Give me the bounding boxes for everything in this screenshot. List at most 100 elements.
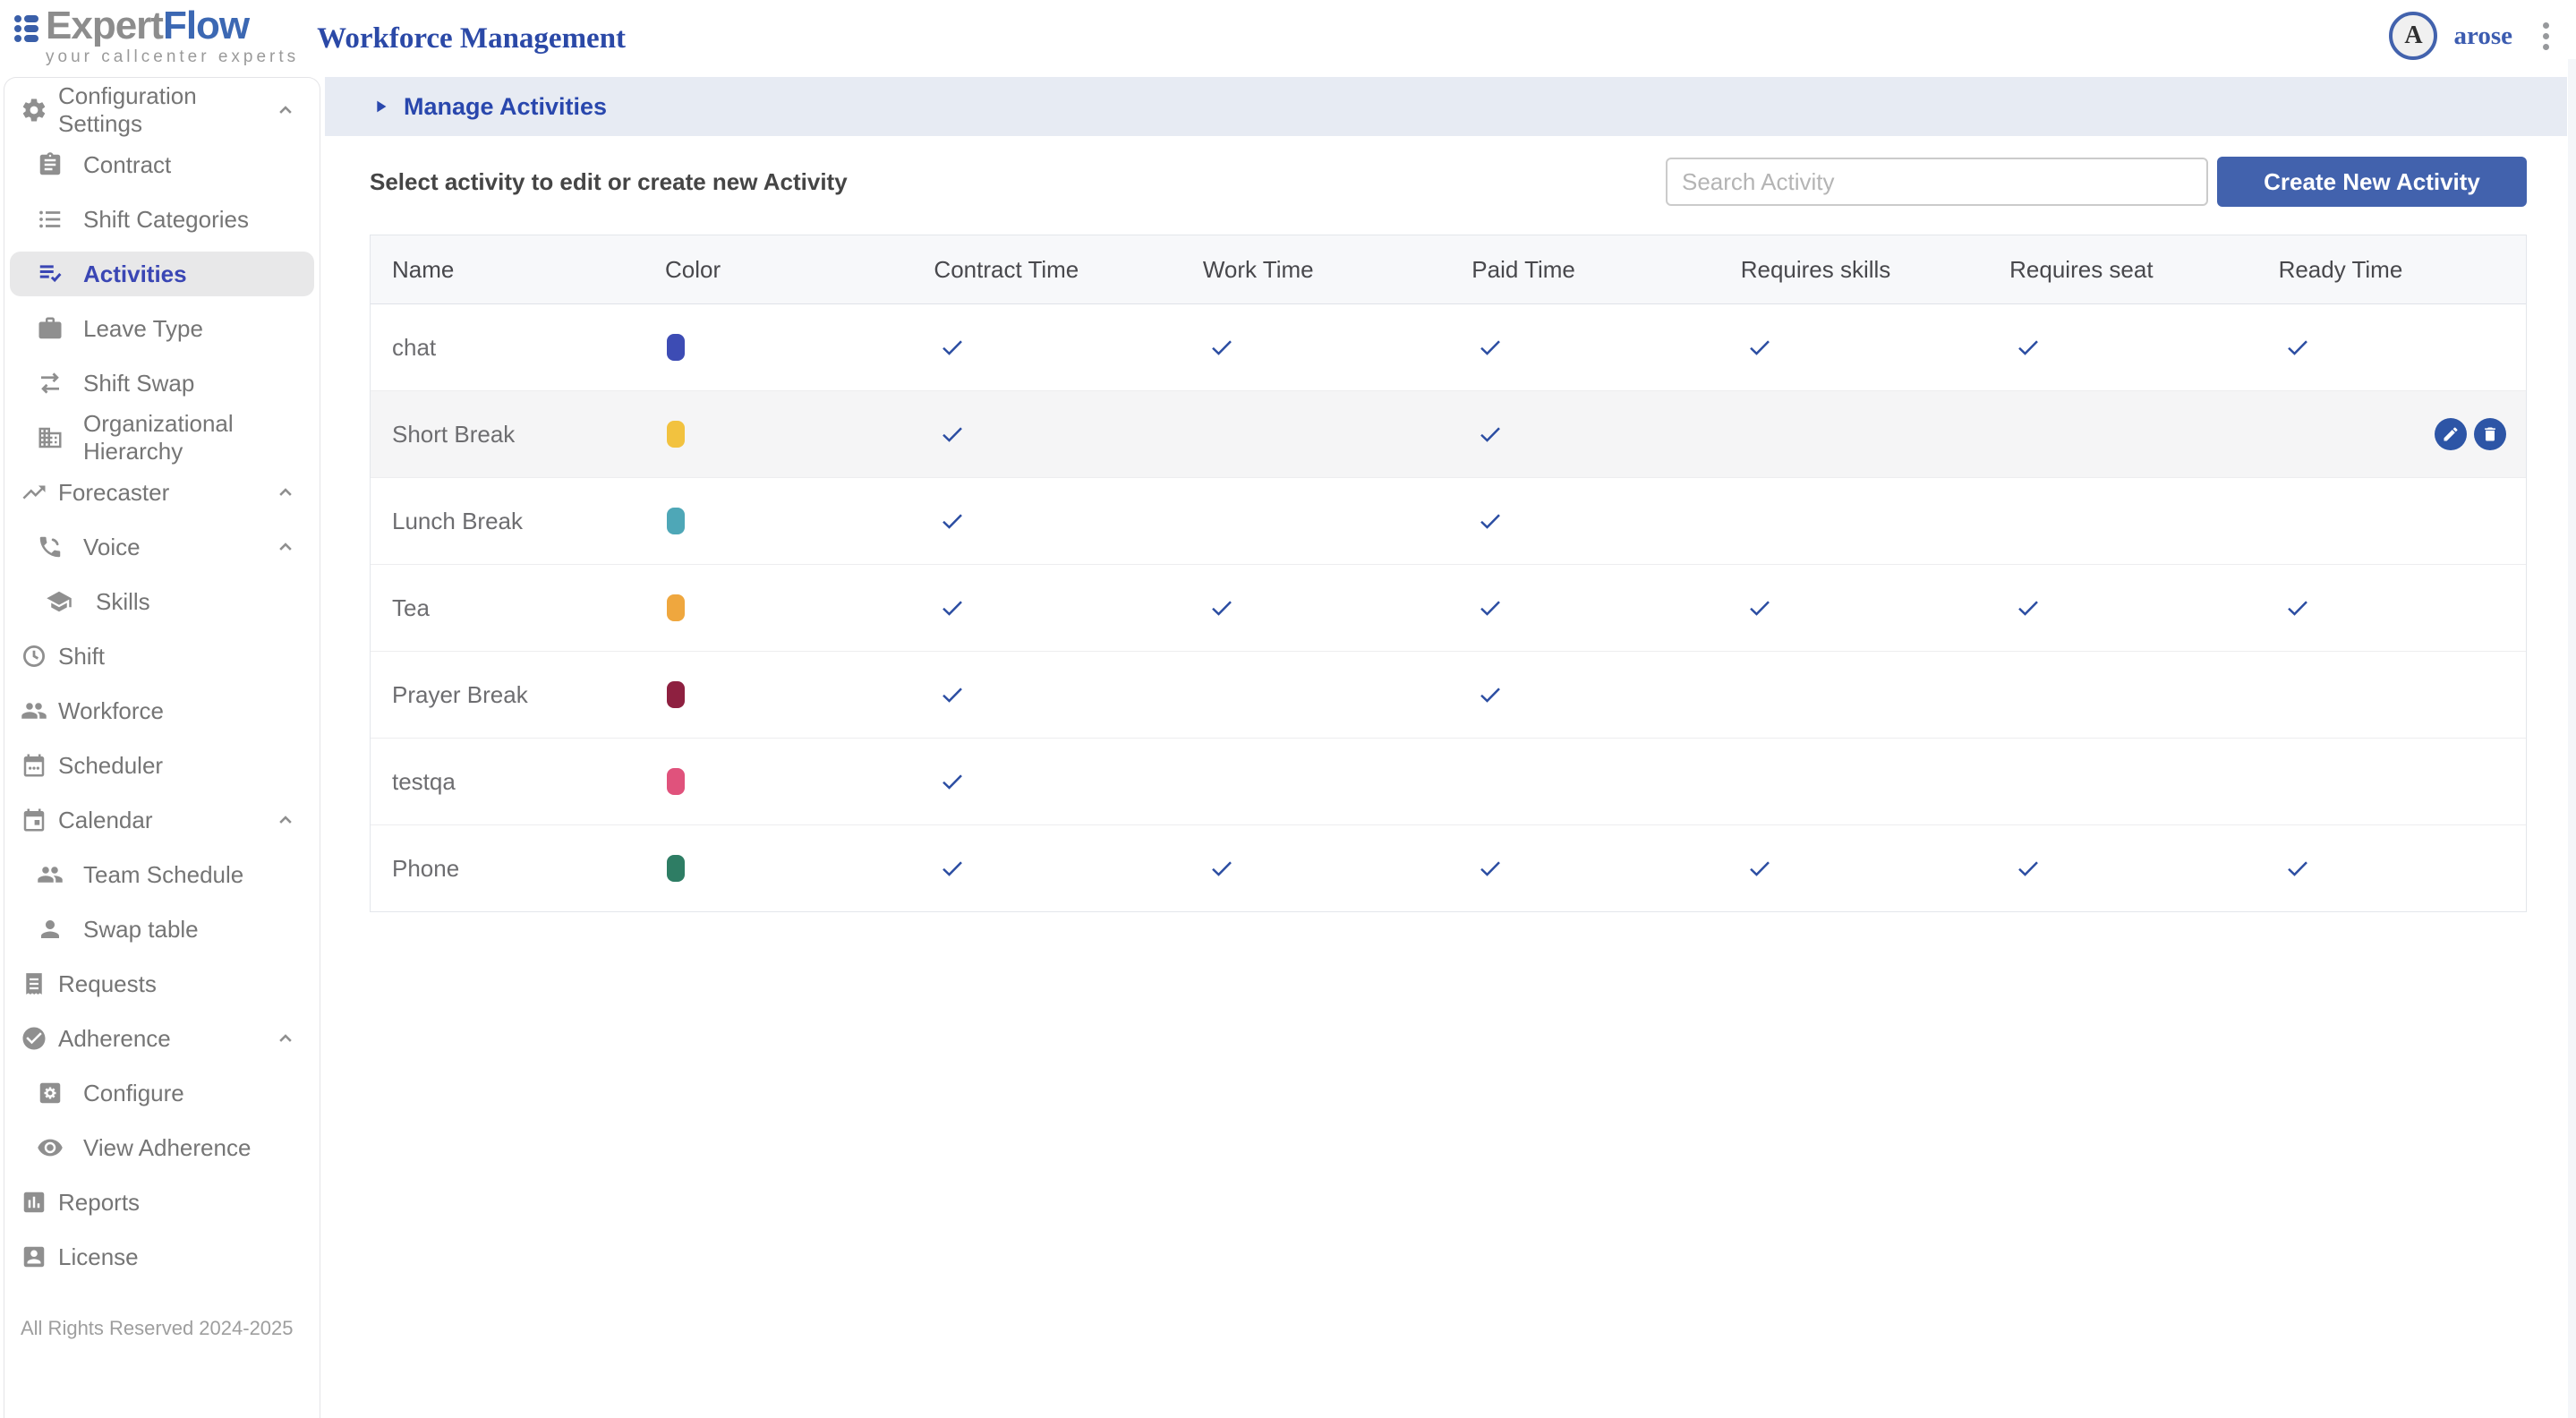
check-icon <box>2015 855 2042 882</box>
chevron-up-icon[interactable] <box>273 98 298 123</box>
check-cell <box>1719 681 1988 708</box>
sidebar-item-scheduler[interactable]: Scheduler <box>10 743 314 788</box>
check-cell <box>1719 508 1988 534</box>
badge-icon <box>21 1243 47 1270</box>
sidebar-item-configuration-settings[interactable]: Configuration Settings <box>10 88 314 132</box>
check-cell <box>1988 508 2256 534</box>
chevron-up-icon[interactable] <box>273 480 298 505</box>
check-icon <box>1477 855 1504 882</box>
edit-button[interactable] <box>2435 418 2467 450</box>
sidebar-item-license[interactable]: License <box>10 1234 314 1279</box>
table-row[interactable]: Prayer Break <box>371 652 2526 739</box>
bar-chart-icon <box>21 1189 47 1216</box>
sidebar-item-label: Team Schedule <box>83 861 243 889</box>
search-input[interactable] <box>1666 158 2208 206</box>
sidebar-item-activities[interactable]: Activities <box>10 252 314 296</box>
sidebar-item-label: Configuration Settings <box>58 82 273 138</box>
sidebar-item-label: Forecaster <box>58 479 169 507</box>
table-row[interactable]: testqa <box>371 739 2526 825</box>
sidebar-item-configure[interactable]: Configure <box>10 1071 314 1115</box>
check-cell <box>2257 855 2526 882</box>
column-header: Contract Time <box>912 256 1181 284</box>
column-header: Ready Time <box>2257 256 2526 284</box>
sidebar-item-organizational-hierarchy[interactable]: Organizational Hierarchy <box>10 415 314 460</box>
check-cell <box>1450 768 1719 795</box>
check-icon <box>939 768 966 795</box>
check-icon <box>939 855 966 882</box>
sidebar-item-label: Leave Type <box>83 315 203 343</box>
sidebar-item-skills[interactable]: Skills <box>10 579 314 624</box>
sidebar-item-leave-type[interactable]: Leave Type <box>10 306 314 351</box>
check-cell <box>912 508 1181 534</box>
delete-button[interactable] <box>2474 418 2506 450</box>
create-new-activity-button[interactable]: Create New Activity <box>2217 157 2527 207</box>
sidebar-item-view-adherence[interactable]: View Adherence <box>10 1125 314 1170</box>
check-cell <box>1181 855 1450 882</box>
column-header: Color <box>644 256 912 284</box>
sidebar-item-voice[interactable]: Voice <box>10 525 314 569</box>
check-cell <box>1450 508 1719 534</box>
panel-title: Manage Activities <box>404 93 607 121</box>
avatar[interactable]: A <box>2389 12 2437 60</box>
check-icon <box>1208 334 1235 361</box>
sidebar-item-label: Contract <box>83 151 171 179</box>
activity-name: Phone <box>371 855 644 883</box>
manage-activities-panel-header[interactable]: Manage Activities <box>325 77 2567 136</box>
sidebar: Configuration Settings Contract Shift Ca… <box>4 77 320 1418</box>
chevron-up-icon[interactable] <box>273 534 298 560</box>
row-actions <box>2435 418 2506 450</box>
sidebar-item-forecaster[interactable]: Forecaster <box>10 470 314 515</box>
chevron-up-icon[interactable] <box>273 1026 298 1051</box>
table-row[interactable]: Phone <box>371 825 2526 911</box>
table-row[interactable]: Lunch Break <box>371 478 2526 565</box>
scrollbar-track[interactable] <box>2568 59 2576 1418</box>
sidebar-item-label: License <box>58 1243 139 1271</box>
check-cell <box>1181 681 1450 708</box>
sidebar-item-shift-categories[interactable]: Shift Categories <box>10 197 314 242</box>
check-cell <box>912 681 1181 708</box>
sidebar-item-shift[interactable]: Shift <box>10 634 314 679</box>
check-icon <box>1746 594 1773 621</box>
app-header: ExpertFlow your callcenter experts Workf… <box>0 0 2576 72</box>
chevron-up-icon[interactable] <box>273 807 298 833</box>
sidebar-item-requests[interactable]: Requests <box>10 961 314 1006</box>
check-cell <box>1450 681 1719 708</box>
username: arose <box>2453 21 2512 51</box>
check-icon <box>2284 334 2311 361</box>
sidebar-item-calendar[interactable]: Calendar <box>10 798 314 842</box>
table-header-row: Name Color Contract Time Work Time Paid … <box>371 235 2526 304</box>
check-cell <box>912 421 1181 448</box>
sidebar-item-label: View Adherence <box>83 1134 251 1162</box>
page-title: Workforce Management <box>317 22 626 56</box>
sidebar-item-contract[interactable]: Contract <box>10 142 314 187</box>
activity-color-swatch <box>667 768 685 795</box>
person-icon <box>37 916 64 943</box>
check-icon <box>1477 508 1504 534</box>
expertflow-logo-icon <box>14 6 38 42</box>
sidebar-item-workforce[interactable]: Workforce <box>10 688 314 733</box>
sidebar-item-reports[interactable]: Reports <box>10 1180 314 1225</box>
check-cell <box>1719 594 1988 621</box>
activity-color-swatch <box>667 508 685 534</box>
clipboard-icon <box>37 151 64 178</box>
sidebar-item-adherence[interactable]: Adherence <box>10 1016 314 1061</box>
table-row[interactable]: chat <box>371 304 2526 391</box>
clock-icon <box>21 643 47 670</box>
sidebar-item-shift-swap[interactable]: Shift Swap <box>10 361 314 406</box>
check-cell <box>1181 421 1450 448</box>
check-icon <box>1477 421 1504 448</box>
check-icon <box>939 334 966 361</box>
sidebar-item-label: Organizational Hierarchy <box>83 410 314 466</box>
list-icon <box>37 206 64 233</box>
sidebar-item-label: Shift Categories <box>83 206 249 234</box>
table-row[interactable]: Tea <box>371 565 2526 652</box>
table-row[interactable]: Short Break <box>371 391 2526 478</box>
check-cell <box>1719 855 1988 882</box>
sidebar-item-label: Activities <box>83 261 187 288</box>
sidebar-item-swap-table[interactable]: Swap table <box>10 907 314 952</box>
receipt-icon <box>21 970 47 997</box>
kebab-menu-icon[interactable] <box>2539 19 2553 54</box>
people-icon <box>21 697 47 724</box>
expertflow-logo: ExpertFlow your callcenter experts <box>14 6 299 65</box>
sidebar-item-team-schedule[interactable]: Team Schedule <box>10 852 314 897</box>
